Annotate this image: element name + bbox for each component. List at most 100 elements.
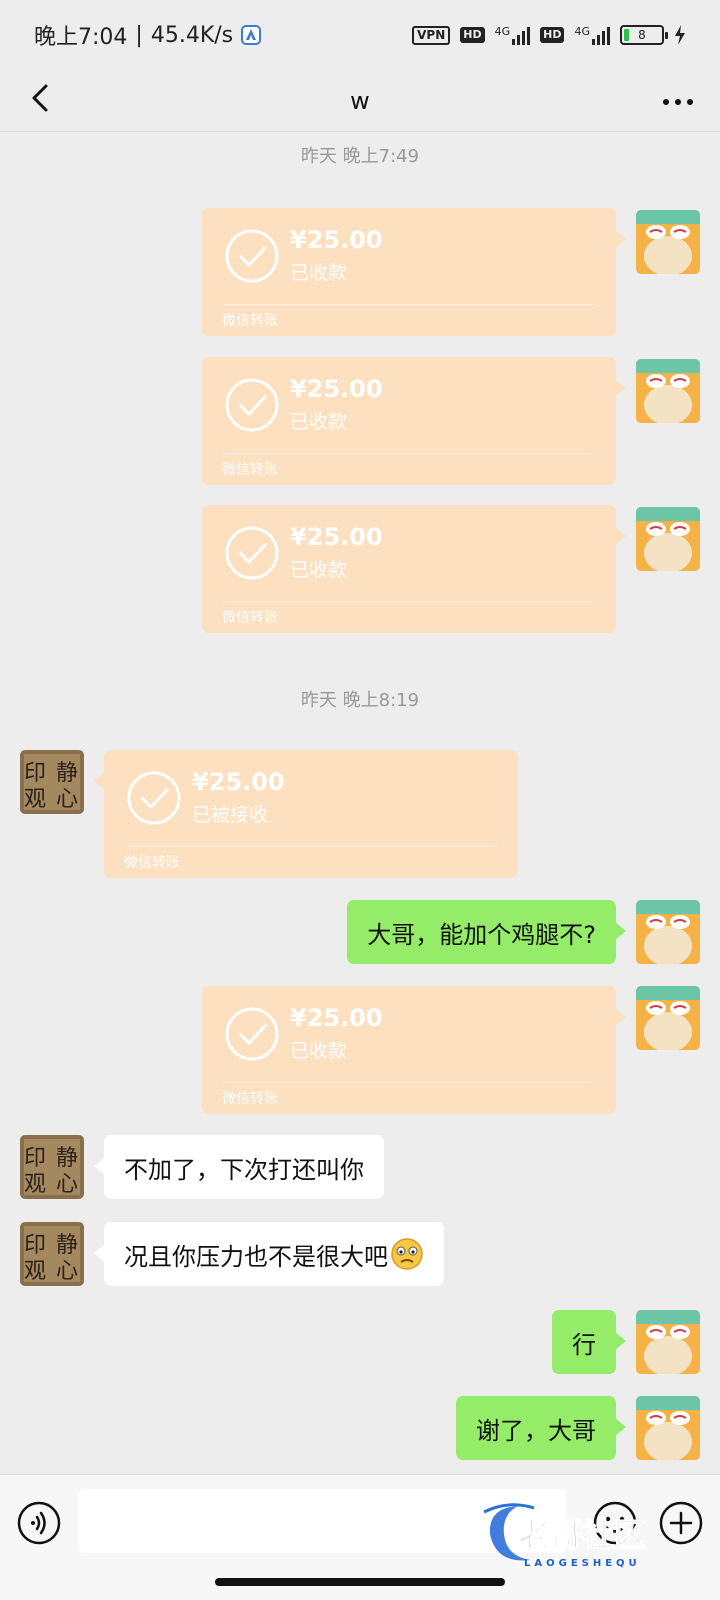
text-message-bubble[interactable]: 行 bbox=[552, 1310, 626, 1374]
transfer-amount: ¥25.00 bbox=[290, 226, 383, 254]
transfer-amount: ¥25.00 bbox=[192, 768, 285, 796]
duck-avatar-icon bbox=[636, 986, 700, 1050]
message-timestamp: 昨天 晚上7:49 bbox=[300, 146, 420, 167]
check-circle-icon bbox=[225, 526, 279, 580]
duck-avatar-icon bbox=[636, 1396, 700, 1460]
my-avatar[interactable] bbox=[636, 359, 700, 423]
transfer-divider bbox=[222, 1082, 596, 1083]
transfer-bubble[interactable]: ¥25.00 已收款 微信转账 bbox=[202, 986, 626, 1114]
message-text: 大哥，能加个鸡腿不? bbox=[367, 920, 596, 949]
network-label-1: 4G bbox=[494, 25, 511, 38]
duck-avatar-icon bbox=[636, 507, 700, 571]
battery-icon: 8 bbox=[620, 25, 668, 45]
text-message-bubble[interactable]: 大哥，能加个鸡腿不? bbox=[347, 900, 626, 964]
transfer-status: 已收款 bbox=[290, 411, 348, 433]
my-avatar[interactable] bbox=[636, 986, 700, 1050]
transfer-bubble[interactable]: ¥25.00 已收款 微信转账 bbox=[202, 505, 626, 633]
signal-bars-2-icon bbox=[592, 25, 610, 45]
message-text: 况且你压力也不是很大吧 bbox=[124, 1242, 388, 1271]
calligraphy-char: 心 bbox=[56, 1172, 78, 1197]
message-text: 不加了，下次打还叫你 bbox=[124, 1155, 364, 1184]
chat-title: w bbox=[350, 86, 370, 115]
more-options-icon[interactable] bbox=[656, 82, 700, 122]
calligraphy-char: 心 bbox=[56, 787, 78, 812]
calligraphy-char: 心 bbox=[56, 1259, 78, 1284]
calligraphy-char: 观 bbox=[24, 1259, 46, 1284]
calligraphy-avatar-icon: 静心印观 bbox=[20, 750, 84, 814]
transfer-amount: ¥25.00 bbox=[290, 1004, 383, 1032]
text-message-bubble[interactable]: 不加了，下次打还叫你 bbox=[94, 1135, 384, 1199]
transfer-divider bbox=[222, 601, 596, 602]
calligraphy-char: 静 bbox=[56, 1146, 78, 1171]
signal-2: 4G bbox=[574, 25, 610, 45]
transfer-amount: ¥25.00 bbox=[290, 375, 383, 403]
home-indicator[interactable] bbox=[215, 1578, 505, 1586]
transfer-footer: 微信转账 bbox=[222, 610, 278, 626]
duck-avatar-icon bbox=[636, 210, 700, 274]
status-time: 晚上7:04 bbox=[34, 25, 128, 50]
battery-level: 8 bbox=[638, 28, 646, 42]
calligraphy-char: 印 bbox=[24, 1233, 46, 1258]
check-circle-icon bbox=[225, 378, 279, 432]
calligraphy-char: 观 bbox=[24, 787, 46, 812]
charging-bolt-icon bbox=[675, 25, 685, 45]
chat-header: w bbox=[0, 70, 720, 132]
hd-badge-1: HD bbox=[460, 27, 485, 43]
status-separator: | bbox=[135, 22, 143, 48]
transfer-bubble[interactable]: ¥25.00 已收款 微信转账 bbox=[202, 208, 626, 336]
message-text: 行 bbox=[572, 1330, 596, 1359]
slightly-frowning-emoji-icon bbox=[391, 1238, 423, 1270]
text-message-bubble[interactable]: 谢了，大哥 bbox=[456, 1396, 626, 1460]
message-text: 谢了，大哥 bbox=[476, 1416, 596, 1445]
transfer-status: 已被接收 bbox=[192, 804, 269, 826]
laoge-community-watermark-logo: 老哥社区 LAOGESHEQU bbox=[483, 1503, 647, 1569]
duck-avatar-icon bbox=[636, 1310, 700, 1374]
contact-avatar[interactable]: 静心印观 bbox=[20, 750, 84, 814]
back-arrow-icon[interactable] bbox=[22, 78, 62, 118]
calligraphy-char: 静 bbox=[56, 1233, 78, 1258]
my-avatar[interactable] bbox=[636, 210, 700, 274]
my-avatar[interactable] bbox=[636, 1396, 700, 1460]
transfer-bubble[interactable]: ¥25.00 已收款 微信转账 bbox=[202, 357, 626, 485]
calligraphy-char: 观 bbox=[24, 1172, 46, 1197]
contact-avatar[interactable]: 静心印观 bbox=[20, 1222, 84, 1286]
transfer-footer: 微信转账 bbox=[222, 1091, 278, 1107]
status-left: 晚上7:04 | 45.4K/s bbox=[34, 19, 262, 51]
transfer-divider bbox=[222, 453, 596, 454]
calligraphy-avatar-icon: 静心印观 bbox=[20, 1222, 84, 1286]
transfer-footer: 微信转账 bbox=[124, 855, 180, 871]
transfer-amount: ¥25.00 bbox=[290, 523, 383, 551]
calligraphy-char: 印 bbox=[24, 761, 46, 786]
watermark-main-text: 老哥社区 bbox=[518, 1516, 646, 1554]
network-label-2: 4G bbox=[574, 25, 590, 38]
duck-avatar-icon bbox=[636, 900, 700, 964]
status-bar: 晚上7:04 | 45.4K/s VPN HD 4G HD 4G 8 bbox=[0, 0, 720, 70]
my-avatar[interactable] bbox=[636, 900, 700, 964]
duck-avatar-icon bbox=[636, 359, 700, 423]
calligraphy-avatar-icon: 静心印观 bbox=[20, 1135, 84, 1199]
my-avatar[interactable] bbox=[636, 1310, 700, 1374]
transfer-footer: 微信转账 bbox=[222, 313, 278, 329]
check-circle-icon bbox=[225, 229, 279, 283]
transfer-divider bbox=[124, 846, 498, 847]
signal-bars-1-icon bbox=[512, 25, 531, 45]
check-circle-icon bbox=[225, 1007, 279, 1061]
transfer-status: 已收款 bbox=[290, 559, 348, 581]
app-notification-icon bbox=[241, 25, 262, 45]
calligraphy-char: 静 bbox=[56, 761, 78, 786]
transfer-divider bbox=[222, 304, 596, 305]
transfer-footer: 微信转账 bbox=[222, 462, 278, 478]
contact-avatar[interactable]: 静心印观 bbox=[20, 1135, 84, 1199]
check-circle-icon bbox=[127, 771, 181, 825]
vpn-badge: VPN bbox=[412, 25, 451, 45]
network-speed: 45.4K/s bbox=[150, 22, 234, 48]
transfer-status: 已收款 bbox=[290, 262, 348, 284]
watermark-sub-text: LAOGESHEQU bbox=[524, 1558, 641, 1569]
voice-input-icon[interactable] bbox=[16, 1500, 62, 1546]
transfer-status: 已收款 bbox=[290, 1040, 348, 1062]
transfer-bubble[interactable]: ¥25.00 已被接收 微信转账 bbox=[94, 750, 518, 878]
text-message-bubble[interactable]: 况且你压力也不是很大吧 bbox=[94, 1222, 444, 1286]
calligraphy-char: 印 bbox=[24, 1146, 46, 1171]
my-avatar[interactable] bbox=[636, 507, 700, 571]
hd-badge-2: HD bbox=[540, 27, 565, 43]
